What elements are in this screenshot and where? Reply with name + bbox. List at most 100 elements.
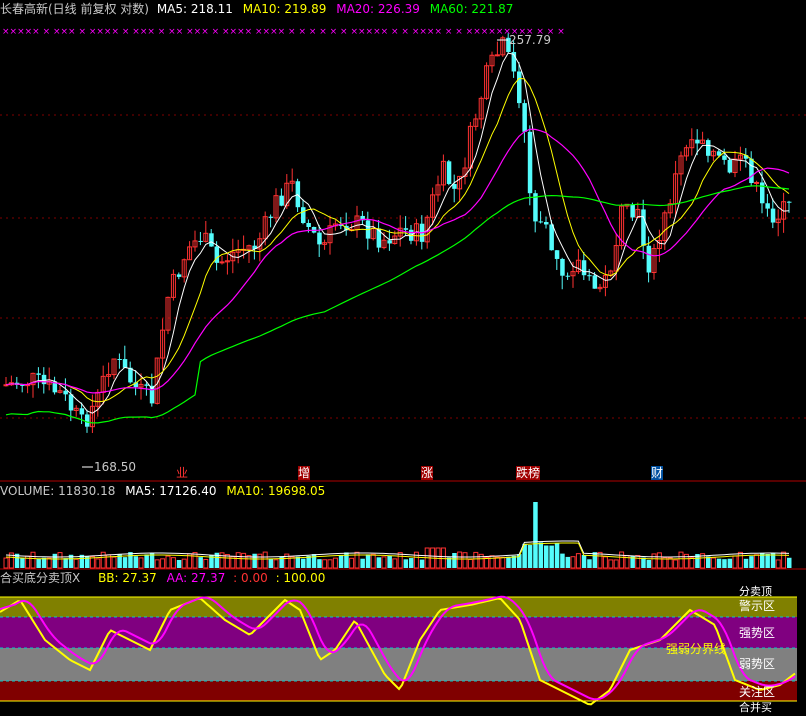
candle-body — [560, 258, 565, 276]
volume-ma5-line — [5, 540, 790, 558]
candle-body — [122, 359, 128, 368]
candle-body — [706, 140, 711, 156]
volume-bar — [706, 556, 711, 568]
volume-bar — [246, 555, 252, 569]
volume-bar — [219, 552, 225, 569]
volume-bar — [533, 502, 538, 568]
ma10-line — [5, 77, 790, 403]
stock-chart-canvas[interactable] — [0, 0, 806, 716]
volume-bar — [565, 556, 571, 568]
candle-body — [695, 139, 700, 144]
volume-bar — [743, 558, 749, 568]
volume-bar — [252, 553, 257, 568]
volume-bar — [52, 553, 58, 568]
volume-bar — [365, 554, 371, 568]
volume-bar — [575, 553, 581, 569]
volume-bar — [241, 552, 247, 569]
volume-bar — [440, 547, 446, 569]
hundred-readout: : 100.00 — [275, 571, 326, 585]
event-marker-3[interactable]: 涨 — [421, 466, 434, 480]
volume-bar — [133, 556, 139, 568]
event-marker-1[interactable]: 业 — [176, 466, 188, 480]
volume-bar — [30, 551, 36, 569]
volume-bar — [581, 554, 587, 568]
volume-bar — [111, 556, 117, 569]
volume-bar — [100, 551, 106, 569]
volume-ma-lines — [5, 540, 790, 560]
volume-bar — [656, 552, 662, 569]
ma10-readout: MA10: 219.89 — [242, 2, 327, 16]
candle-body — [787, 201, 792, 203]
volume-bar — [154, 559, 160, 569]
candle-body — [301, 207, 306, 224]
volume-bar — [587, 559, 592, 568]
volume-bar — [409, 558, 414, 568]
volume-bar — [549, 545, 554, 568]
volume-bar — [667, 557, 673, 569]
volume-bar — [651, 553, 657, 569]
volume-bar — [544, 545, 549, 568]
candle-body — [446, 161, 452, 184]
volume-bar — [149, 553, 155, 568]
volume-ma10-readout: MA10: 19698.05 — [226, 484, 326, 498]
volume-bar — [170, 557, 176, 569]
volume-bar — [73, 558, 79, 569]
volume-bar — [732, 555, 738, 569]
candle-body — [517, 71, 522, 104]
volume-bar — [727, 558, 733, 568]
volume-bar — [46, 557, 52, 569]
volume-bar — [392, 558, 398, 569]
volume-bar — [387, 555, 392, 568]
zone-label-attention: 关注区 — [739, 685, 776, 699]
volume-bar — [635, 554, 641, 569]
event-marker-2[interactable]: 增 — [298, 466, 311, 480]
volume-bar — [570, 556, 576, 569]
volume-bar — [457, 551, 463, 569]
volume-header: VOLUME: 11830.18 MA5: 17126.40 MA10: 196… — [0, 484, 325, 498]
candle-body — [641, 209, 646, 246]
volume-bar — [397, 552, 403, 569]
candle-body — [754, 181, 760, 184]
candle-body — [494, 54, 500, 57]
volume-bar — [122, 557, 128, 568]
candle-body — [403, 228, 409, 230]
candle-body — [630, 204, 635, 218]
volume-bar — [332, 557, 338, 569]
candle-body — [527, 131, 533, 194]
volume-bar — [138, 557, 144, 569]
volume-bar — [198, 557, 203, 568]
volume-bar — [452, 553, 457, 568]
volume-bar — [592, 552, 598, 568]
volume-bars — [3, 502, 792, 569]
volume-bar — [462, 552, 468, 569]
event-marker-4[interactable]: 跌榜 — [516, 466, 541, 480]
candle-body — [646, 245, 652, 273]
event-marker-5[interactable]: 财 — [651, 466, 664, 480]
volume-bar — [722, 559, 727, 568]
volume-bar — [311, 554, 317, 568]
volume-bar — [489, 555, 495, 569]
candle-body — [727, 159, 733, 173]
zone-attention-band — [0, 681, 797, 701]
volume-bar — [268, 558, 274, 568]
volume-bar — [597, 551, 603, 569]
volume-bar — [273, 559, 279, 569]
volume-bar — [749, 556, 754, 568]
chart-header: 长春高新(日线 前复权 对数) MA5: 218.11 MA10: 219.89… — [0, 2, 513, 16]
price-gridlines — [0, 114, 806, 419]
volume-bar — [765, 553, 770, 568]
candle-body — [765, 203, 770, 209]
volume-bar — [467, 558, 473, 569]
candle-body — [549, 224, 554, 251]
candle-body — [79, 408, 85, 415]
volume-bar — [57, 552, 63, 569]
volume-bar — [235, 552, 241, 569]
zone-label-warning: 警示区 — [739, 599, 776, 613]
zone-label-weak: 弱势区 — [739, 657, 776, 671]
volume-bar — [95, 558, 101, 569]
volume-bar — [560, 553, 565, 568]
candle-body — [770, 208, 776, 223]
candle-body — [68, 394, 74, 411]
volume-readout: VOLUME: 11830.18 — [0, 484, 116, 498]
volume-bar — [538, 542, 544, 568]
